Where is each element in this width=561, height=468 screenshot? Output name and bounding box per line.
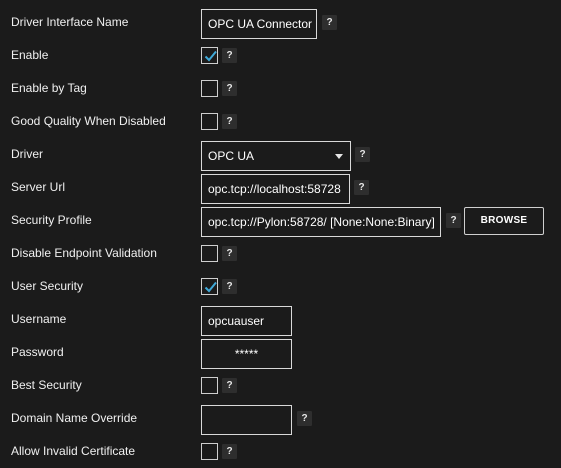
row-server-url: Server Url opc.tcp://localhost:58728 ? — [0, 171, 561, 204]
driver-interface-name-label: Driver Interface Name — [11, 15, 129, 29]
disable-endpoint-validation-label: Disable Endpoint Validation — [11, 246, 157, 260]
user-security-label: User Security — [11, 279, 84, 293]
enable-help-icon[interactable]: ? — [222, 48, 237, 63]
enable-by-tag-label: Enable by Tag — [11, 81, 87, 95]
row-best-security: Best Security ? — [0, 369, 561, 402]
driver-select[interactable]: OPC UA — [201, 141, 351, 171]
username-input[interactable]: opcuauser — [201, 306, 292, 336]
security-profile-label: Security Profile — [11, 213, 92, 227]
allow-invalid-certificate-checkbox[interactable] — [201, 443, 218, 460]
row-user-security: User Security ? — [0, 270, 561, 303]
best-security-help-icon[interactable]: ? — [222, 378, 237, 393]
user-security-checkbox[interactable] — [201, 278, 218, 295]
disable-endpoint-validation-checkbox[interactable] — [201, 245, 218, 262]
driver-interface-name-help-icon[interactable]: ? — [322, 15, 337, 30]
user-security-help-icon[interactable]: ? — [222, 279, 237, 294]
chevron-down-icon — [335, 154, 343, 159]
row-password: Password ***** — [0, 336, 561, 369]
driver-interface-name-input[interactable]: OPC UA Connector — [201, 9, 317, 39]
checkmark-icon — [204, 281, 217, 293]
checkmark-icon — [204, 50, 217, 62]
security-profile-help-icon[interactable]: ? — [446, 213, 461, 228]
domain-name-override-help-icon[interactable]: ? — [297, 411, 312, 426]
password-label: Password — [11, 345, 64, 359]
security-profile-input[interactable]: opc.tcp://Pylon:58728/ [None:None:Binary… — [201, 207, 441, 237]
row-good-quality-when-disabled: Good Quality When Disabled ? — [0, 105, 561, 138]
row-domain-name-override: Domain Name Override ? — [0, 402, 561, 435]
server-url-input[interactable]: opc.tcp://localhost:58728 — [201, 174, 350, 204]
allow-invalid-certificate-label: Allow Invalid Certificate — [11, 444, 136, 458]
best-security-label: Best Security — [11, 378, 82, 392]
best-security-checkbox[interactable] — [201, 377, 218, 394]
enable-by-tag-checkbox[interactable] — [201, 80, 218, 97]
enable-by-tag-help-icon[interactable]: ? — [222, 81, 237, 96]
server-url-label: Server Url — [11, 180, 66, 194]
domain-name-override-input[interactable] — [201, 405, 292, 435]
row-username: Username opcuauser — [0, 303, 561, 336]
enable-checkbox[interactable] — [201, 47, 218, 64]
driver-label: Driver — [11, 147, 43, 161]
good-quality-when-disabled-label: Good Quality When Disabled — [11, 114, 166, 128]
row-enable: Enable ? — [0, 39, 561, 72]
driver-selected-value: OPC UA — [208, 149, 255, 163]
driver-help-icon[interactable]: ? — [355, 147, 370, 162]
username-label: Username — [11, 312, 67, 326]
allow-invalid-certificate-help-icon[interactable]: ? — [222, 444, 237, 459]
row-driver: Driver OPC UA ? — [0, 138, 561, 171]
server-url-help-icon[interactable]: ? — [354, 180, 369, 195]
row-security-profile: Security Profile opc.tcp://Pylon:58728/ … — [0, 204, 561, 237]
row-allow-invalid-certificate: Allow Invalid Certificate ? — [0, 435, 561, 468]
row-driver-interface-name: Driver Interface Name OPC UA Connector ? — [0, 6, 561, 39]
enable-label: Enable — [11, 48, 49, 62]
domain-name-override-label: Domain Name Override — [11, 411, 138, 425]
good-quality-when-disabled-help-icon[interactable]: ? — [222, 114, 237, 129]
disable-endpoint-validation-help-icon[interactable]: ? — [222, 246, 237, 261]
good-quality-when-disabled-checkbox[interactable] — [201, 113, 218, 130]
row-disable-endpoint-validation: Disable Endpoint Validation ? — [0, 237, 561, 270]
password-input[interactable]: ***** — [201, 339, 292, 369]
browse-button[interactable]: BROWSE — [464, 207, 544, 235]
row-enable-by-tag: Enable by Tag ? — [0, 72, 561, 105]
